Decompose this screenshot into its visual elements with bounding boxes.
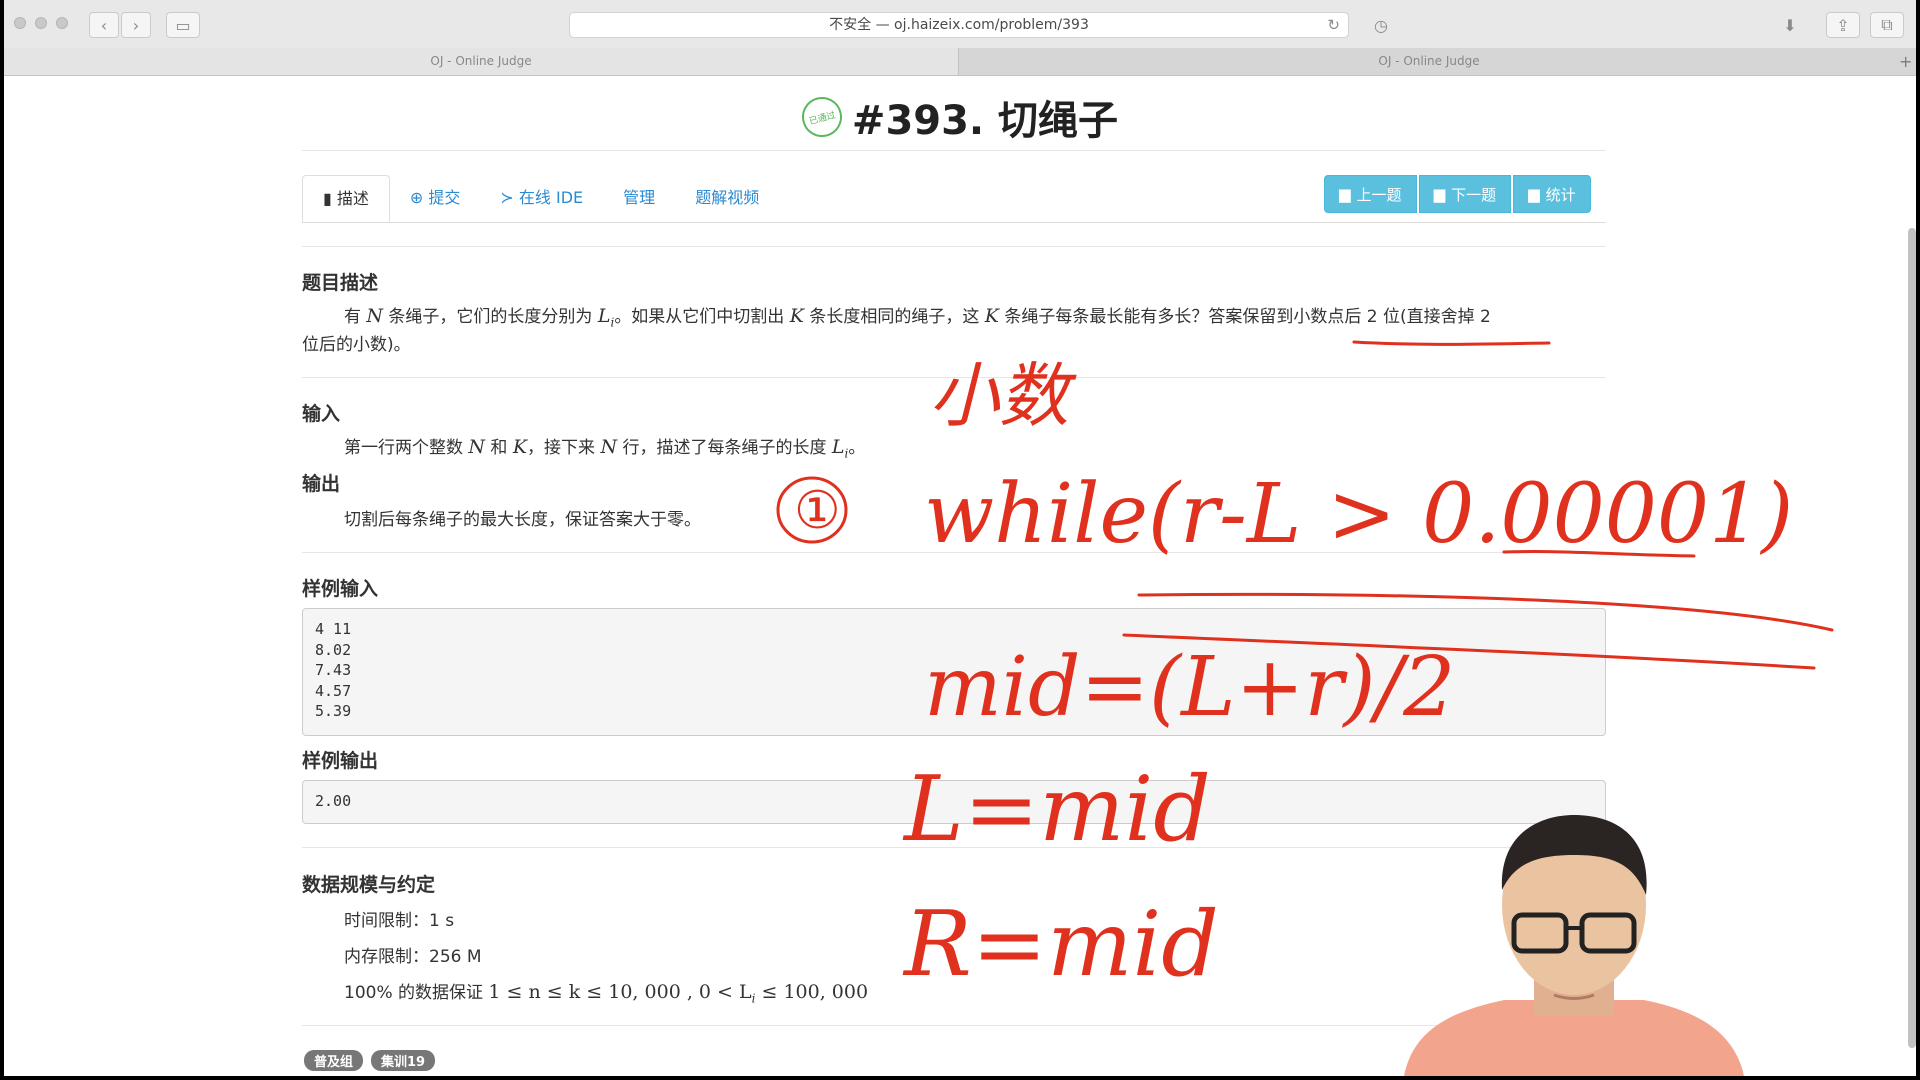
tag-badge[interactable]: 集训19: [371, 1050, 436, 1071]
divider: [302, 150, 1606, 151]
browser-tab-2[interactable]: OJ - Online Judge: [959, 48, 1899, 75]
note-r-assign: R=mid: [902, 892, 1219, 997]
description-line-1: 有 N 条绳子，它们的长度分别为 Li。如果从它们中切割出 K 条长度相同的绳子…: [344, 305, 1491, 330]
share-icon[interactable]: ⇪: [1826, 12, 1860, 38]
tab-description[interactable]: ▮ 描述: [302, 175, 390, 223]
forward-button[interactable]: ›: [121, 12, 151, 38]
stats-button[interactable]: ▆ 统计: [1513, 175, 1591, 213]
download-icon[interactable]: ⬇: [1776, 12, 1804, 38]
problem-nav-buttons: ▆ 上一题 ▆ 下一题 ▆ 统计: [1324, 175, 1591, 213]
time-limit: 时间限制：1 s: [344, 911, 455, 931]
tag-badge[interactable]: 普及组: [304, 1050, 364, 1071]
reload-icon[interactable]: ↻: [1327, 13, 1340, 37]
problem-header: 已通过 #393. 切绳子: [4, 88, 1916, 146]
address-text: 不安全 — oj.haizeix.com/problem/393: [829, 17, 1089, 33]
note-while: while(r-L > 0.00001): [924, 467, 1793, 562]
new-tab-button[interactable]: +: [1899, 48, 1916, 75]
memory-limit: 内存限制：256 M: [344, 947, 482, 967]
history-nav: ‹ ›: [89, 12, 151, 38]
tab-online-ide[interactable]: ≻ 在线 IDE: [480, 175, 603, 223]
tabs-overview-icon[interactable]: ⧉: [1870, 12, 1904, 38]
bar-chart-icon: ▆: [1528, 185, 1540, 203]
bar-chart-icon: ▆: [1433, 185, 1446, 203]
note-decimal: 小数: [929, 355, 1077, 437]
description-line-2: 位后的小数)。: [302, 335, 411, 355]
upload-icon: ⊕: [409, 188, 429, 207]
tab-manage[interactable]: 管理: [603, 175, 675, 223]
underline-stroke: [1352, 340, 1551, 346]
constraint-text: 100% 的数据保证 1 ≤ n ≤ k ≤ 10, 000 , 0 < Li …: [344, 981, 869, 1006]
back-button[interactable]: ‹: [89, 12, 119, 38]
divider: [302, 246, 1606, 247]
bar-chart-icon: ▆: [1339, 185, 1351, 203]
terminal-icon: ≻: [500, 188, 519, 207]
browser-tab-strip: OJ - Online Judge OJ - Online Judge +: [4, 48, 1916, 76]
next-problem-button[interactable]: ▆ 下一题: [1418, 175, 1512, 213]
input-text: 第一行两个整数 N 和 K，接下来 N 行，描述了每条绳子的长度 Li。: [344, 436, 866, 461]
output-text: 切割后每条绳子的最大长度，保证答案大于零。: [344, 510, 701, 530]
note-step: ①: [794, 481, 841, 541]
tab-solution-video[interactable]: 题解视频: [675, 175, 779, 223]
tab-underline: [302, 222, 1606, 223]
prev-problem-button[interactable]: ▆ 上一题: [1324, 175, 1417, 213]
tab-submit[interactable]: ⊕ 提交: [390, 175, 481, 223]
screen: ‹ › ▭ 不安全 — oj.haizeix.com/problem/393 ↻…: [4, 0, 1916, 1076]
history-icon[interactable]: ◷: [1367, 12, 1395, 38]
divider: [302, 377, 1606, 378]
presenter-webcam: [1404, 815, 1744, 1076]
circled-number-stroke: [776, 476, 848, 544]
window-controls[interactable]: [14, 17, 68, 29]
problem-tabs: ▮ 描述 ⊕ 提交 ≻ 在线 IDE 管理 题解视频: [302, 175, 779, 223]
output-heading: 输出: [302, 473, 341, 495]
limits-heading: 数据规模与约定: [302, 874, 436, 896]
sample-input-heading: 样例输入: [302, 578, 379, 600]
page-scrollbar[interactable]: [1908, 228, 1916, 1048]
input-heading: 输入: [302, 403, 341, 425]
tag-list: 普及组 集训19: [304, 1050, 436, 1071]
browser-toolbar: ‹ › ▭ 不安全 — oj.haizeix.com/problem/393 ↻…: [4, 0, 1916, 49]
problem-title: #393. 切绳子: [851, 98, 1119, 144]
browser-tab-1[interactable]: OJ - Online Judge: [4, 48, 959, 75]
sidebar-icon[interactable]: ▭: [166, 12, 200, 38]
book-icon: ▮: [323, 189, 337, 208]
address-bar[interactable]: 不安全 — oj.haizeix.com/problem/393 ↻: [569, 12, 1349, 38]
sample-output-heading: 样例输出: [302, 750, 379, 772]
description-heading: 题目描述: [302, 272, 379, 294]
divider: [302, 552, 1606, 553]
sample-input-block[interactable]: 4 11 8.02 7.43 4.57 5.39: [302, 608, 1606, 736]
passed-seal: 已通过: [797, 92, 847, 142]
